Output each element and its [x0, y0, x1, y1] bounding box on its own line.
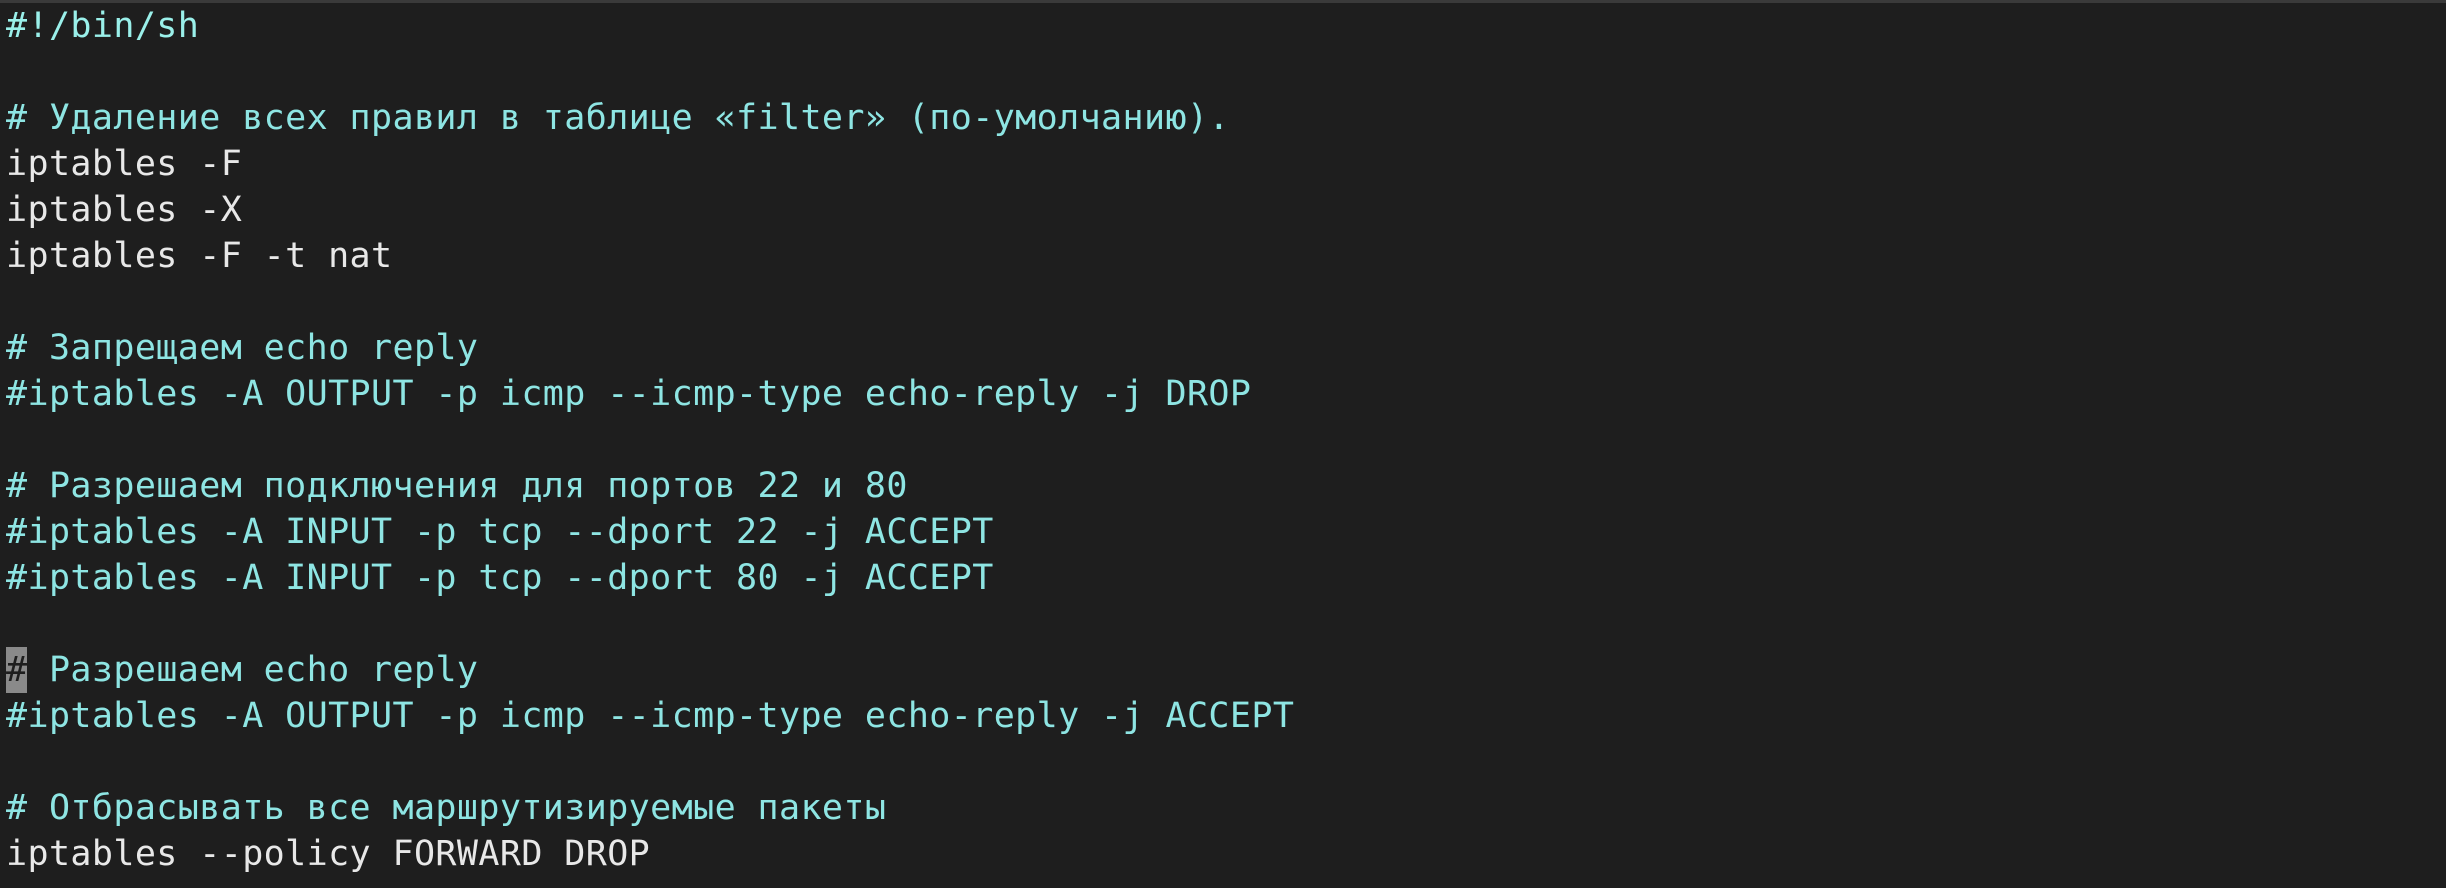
terminal-window[interactable]: #!/bin/sh # Удаление всех правил в табли…: [0, 0, 2446, 888]
editor-line-18: # Отбрасывать все маршрутизируемые пакет…: [6, 788, 887, 828]
editor-line-13: #iptables -A INPUT -p tcp --dport 80 -j …: [6, 558, 994, 598]
editor-line-15: # Разрешаем echo reply: [6, 647, 2446, 693]
editor-line-17: [6, 739, 2446, 785]
editor-line-12: #iptables -A INPUT -p tcp --dport 22 -j …: [6, 512, 994, 552]
editor-line-15-text: Разрешаем echo reply: [27, 650, 479, 690]
editor-text-area[interactable]: #!/bin/sh # Удаление всех правил в табли…: [6, 3, 2446, 877]
editor-line-16: #iptables -A OUTPUT -p icmp --icmp-type …: [6, 696, 1295, 736]
editor-line-4: iptables -F: [6, 144, 243, 184]
editor-line-2: [6, 49, 2446, 95]
editor-line-9: #iptables -A OUTPUT -p icmp --icmp-type …: [6, 374, 1252, 414]
editor-line-8: # Запрещаем echo reply: [6, 328, 479, 368]
editor-line-11: # Разрешаем подключения для портов 22 и …: [6, 466, 908, 506]
text-cursor: #: [6, 647, 28, 693]
editor-line-6: iptables -F -t nat: [6, 236, 393, 276]
editor-line-7: [6, 279, 2446, 325]
editor-line-5: iptables -X: [6, 190, 243, 230]
editor-line-10: [6, 417, 2446, 463]
editor-line-3: # Удаление всех правил в таблице «filter…: [6, 98, 1230, 138]
editor-line-1: #!/bin/sh: [6, 6, 200, 46]
editor-line-14: [6, 601, 2446, 647]
editor-line-19: iptables --policy FORWARD DROP: [6, 834, 651, 874]
